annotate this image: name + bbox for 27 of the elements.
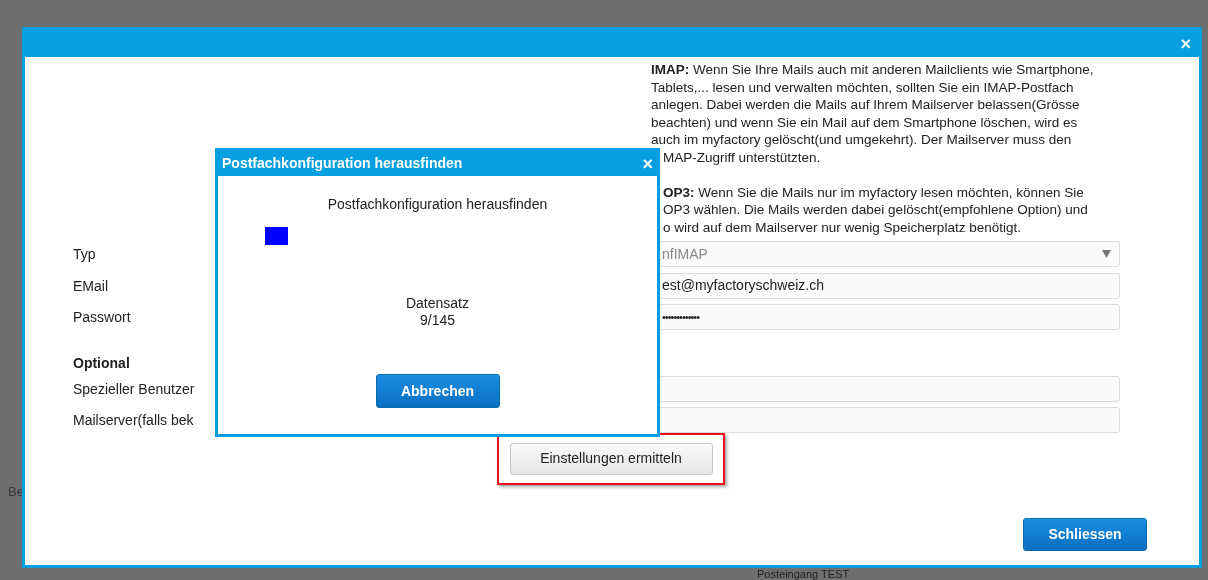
progress-message: Postfachkonfiguration herausfinden <box>327 195 548 214</box>
help-text-line: MAP-Zugriff unterstützten. <box>662 148 822 167</box>
dropdown-arrow-icon <box>1102 250 1111 259</box>
field-label: Spezieller Benutzer <box>73 380 195 397</box>
field-label: Mailserver(falls bek <box>73 412 194 429</box>
dialog-title: Postfachkonfiguration herausfinden <box>222 154 463 173</box>
help-text-line: OP3 wählen. Die Mails werden dabei gelöscht(empfohlene Option) und <box>662 201 1089 219</box>
help-text-line: OP3: Wenn Sie die Mails nur im myfactory lesen möchten, können Sie <box>662 183 1085 202</box>
close-dialog-button[interactable]: Schliessen <box>1023 517 1147 551</box>
help-text-line: anlegen. Dabei werden die Mails auf Ihrem Mailserver belassen(Grösse <box>651 96 1081 114</box>
field-label: Typ <box>73 246 96 263</box>
help-text-line: beachten) und wenn Sie ein Mail auf dem Smartphone löschen, wird es <box>651 113 1079 132</box>
help-text-line: o wird auf dem Mailserver nur wenig Speicherplatz benötigt. <box>662 218 1022 237</box>
section-heading: Optional <box>73 353 130 373</box>
help-text-line: auch im myfactory gelöscht(und umgekehrt). Der Mailserver muss den <box>651 131 1073 149</box>
background-text: Posteingang TEST <box>757 568 850 580</box>
field-label: EMail <box>73 277 108 294</box>
progress-block <box>265 227 288 245</box>
record-label: Datensatz <box>405 295 469 312</box>
cancel-button[interactable]: Abbrechen <box>375 374 500 408</box>
detect-settings-button[interactable]: Einstellungen ermitteln <box>509 442 713 475</box>
field-label: Passwort <box>73 309 131 326</box>
close-button[interactable]: × <box>1180 34 1191 53</box>
close-button[interactable]: × <box>642 154 653 173</box>
help-text-line: IMAP: Wenn Sie Ihre Mails auch mit anderen Mailclients wie Smartphone, <box>651 61 1095 79</box>
record-count: 9/145 <box>419 312 455 329</box>
help-text-line: Tablets,... lesen und verwalten möchten, sollten Sie ein IMAP-Postfach <box>651 78 1075 97</box>
